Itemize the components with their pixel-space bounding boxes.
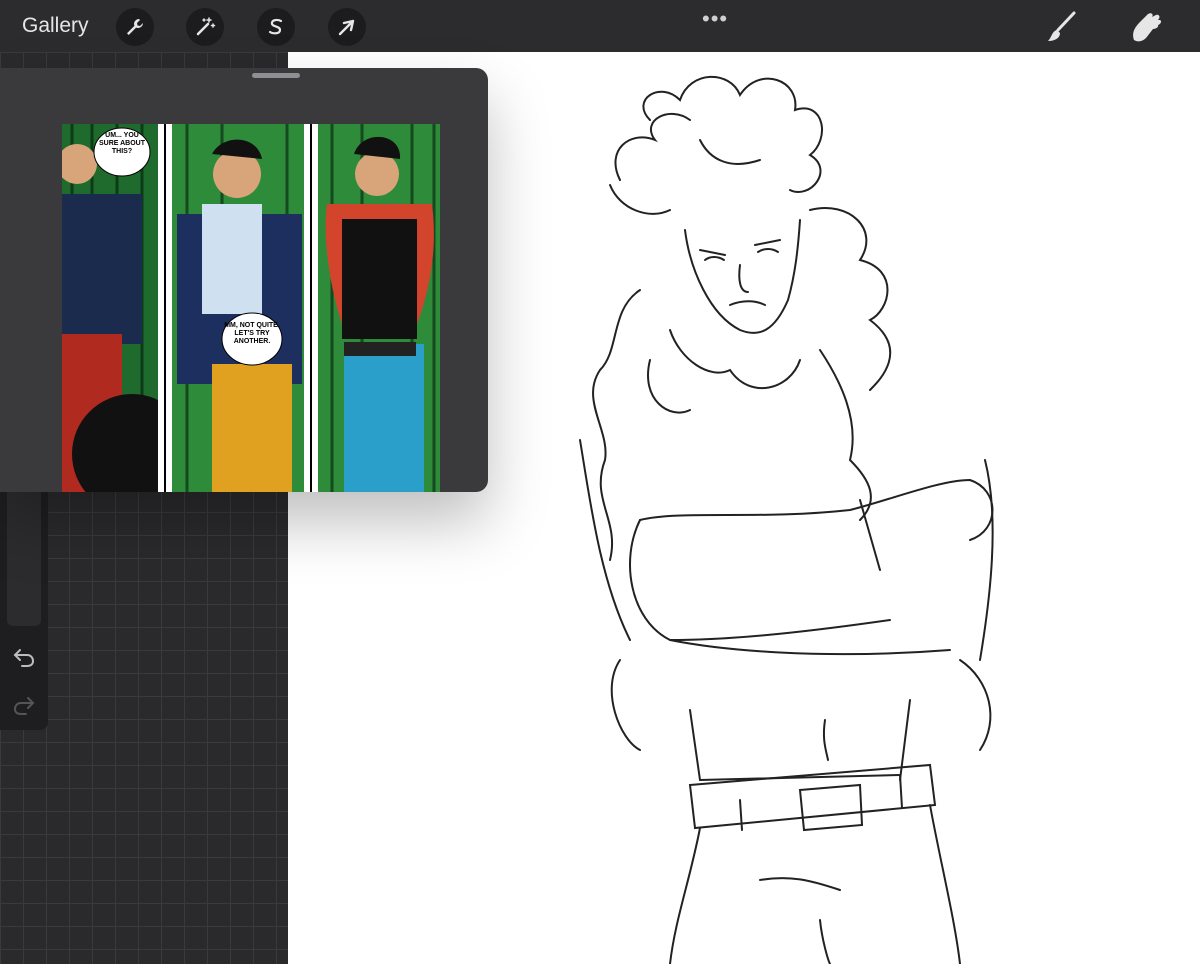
- arrow-cursor-icon[interactable]: [328, 8, 366, 46]
- gallery-button[interactable]: Gallery: [22, 14, 89, 38]
- magic-wand-icon[interactable]: [186, 8, 224, 46]
- selection-s-icon[interactable]: [257, 8, 295, 46]
- reference-comic-image: UM... YOU SURE ABOUT THIS? MM, NOT QUITE…: [62, 124, 440, 492]
- line-sketch: [579, 75, 994, 964]
- reference-grab-handle[interactable]: [252, 73, 300, 78]
- brush-icon[interactable]: [1044, 10, 1080, 44]
- top-toolbar: Gallery •••: [0, 0, 1200, 52]
- speech-bubble-2: MM, NOT QUITE. LET'S TRY ANOTHER.: [224, 322, 280, 345]
- more-options-dots[interactable]: •••: [702, 6, 728, 32]
- undo-icon[interactable]: [12, 646, 36, 668]
- smudge-finger-icon[interactable]: [1128, 10, 1164, 44]
- speech-bubble-1: UM... YOU SURE ABOUT THIS?: [98, 132, 146, 155]
- wrench-icon[interactable]: [116, 8, 154, 46]
- redo-icon[interactable]: [12, 694, 36, 716]
